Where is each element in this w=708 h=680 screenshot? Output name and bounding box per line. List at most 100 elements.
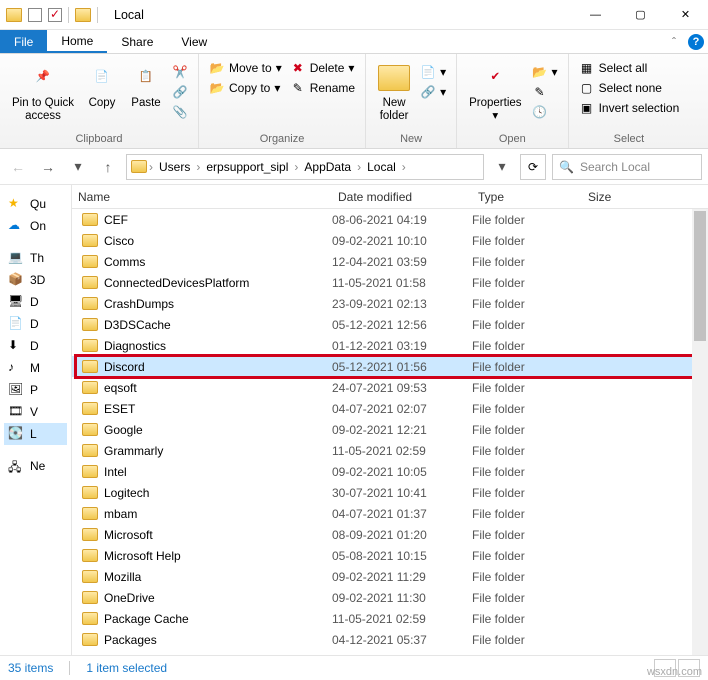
table-row[interactable]: CrashDumps23-09-2021 02:13File folder: [72, 293, 708, 314]
close-button[interactable]: ✕: [663, 0, 708, 30]
qat-checkbox-checked[interactable]: [48, 8, 62, 22]
folder-icon: [75, 8, 91, 22]
nav-item[interactable]: 💽L: [4, 423, 67, 445]
new-item-button[interactable]: 📄▾: [416, 62, 450, 82]
table-row[interactable]: ESET04-07-2021 02:07File folder: [72, 398, 708, 419]
copy-path-button[interactable]: 🔗: [168, 82, 192, 102]
table-row[interactable]: Package Cache11-05-2021 02:59File folder: [72, 608, 708, 629]
table-row[interactable]: Intel09-02-2021 10:05File folder: [72, 461, 708, 482]
open-button[interactable]: 📂▾: [528, 62, 562, 82]
table-row[interactable]: Google09-02-2021 12:21File folder: [72, 419, 708, 440]
table-row[interactable]: Comms12-04-2021 03:59File folder: [72, 251, 708, 272]
tab-home[interactable]: Home: [47, 30, 107, 53]
table-row[interactable]: Cisco09-02-2021 10:10File folder: [72, 230, 708, 251]
crumb[interactable]: Users: [155, 160, 194, 174]
search-icon: 🔍: [559, 160, 574, 174]
select-all-button[interactable]: ▦Select all: [575, 58, 684, 78]
nav-item[interactable]: ★Qu: [4, 193, 67, 215]
file-name: Discord: [104, 360, 145, 374]
column-headers[interactable]: Name Date modified Type Size: [72, 185, 708, 209]
group-title: New: [372, 133, 450, 148]
pin-quick-access-button[interactable]: 📌 Pin to Quick access: [6, 58, 80, 127]
minimize-ribbon-button[interactable]: ˆ: [664, 30, 684, 53]
table-row[interactable]: Discord05-12-2021 01:56File folder: [72, 356, 708, 377]
nav-item[interactable]: 🖥D: [4, 291, 67, 313]
file-type: File folder: [472, 570, 582, 584]
nav-item[interactable]: ♪M: [4, 357, 67, 379]
new-folder-button[interactable]: New folder: [372, 58, 416, 127]
nav-item[interactable]: 📦3D: [4, 269, 67, 291]
column-date[interactable]: Date modified: [332, 185, 472, 208]
file-type: File folder: [472, 423, 582, 437]
rename-button[interactable]: ✎Rename: [286, 78, 359, 98]
paste-button[interactable]: 📋 Paste: [124, 58, 168, 114]
easy-access-button[interactable]: 🔗▾: [416, 82, 450, 102]
delete-button[interactable]: ✖Delete▾: [286, 58, 359, 78]
nav-item[interactable]: 🖧Ne: [4, 455, 67, 477]
help-button[interactable]: ?: [684, 30, 708, 53]
navigation-pane[interactable]: ★Qu☁On 💻Th📦3D🖥D📄D⬇D♪M🖼P🎞V💽L 🖧Ne: [0, 185, 72, 655]
group-title: Select: [575, 133, 684, 148]
nav-item[interactable]: 🎞V: [4, 401, 67, 423]
file-date: 01-12-2021 03:19: [332, 339, 472, 353]
file-date: 05-12-2021 01:56: [332, 360, 472, 374]
crumb[interactable]: erpsupport_sipl: [202, 160, 292, 174]
group-title: Clipboard: [6, 133, 192, 148]
up-button[interactable]: ↑: [96, 155, 120, 179]
table-row[interactable]: ConnectedDevicesPlatform11-05-2021 01:58…: [72, 272, 708, 293]
nav-item[interactable]: 📄D: [4, 313, 67, 335]
crumb[interactable]: AppData: [300, 160, 355, 174]
minimize-button[interactable]: —: [573, 0, 618, 30]
tab-view[interactable]: View: [167, 30, 221, 53]
select-none-button[interactable]: ▢Select none: [575, 78, 684, 98]
invert-selection-button[interactable]: ▣Invert selection: [575, 98, 684, 118]
table-row[interactable]: mbam04-07-2021 01:37File folder: [72, 503, 708, 524]
column-name[interactable]: Name: [72, 185, 332, 208]
properties-button[interactable]: ✔ Properties▾: [463, 58, 527, 127]
tab-file[interactable]: File: [0, 30, 47, 53]
paste-shortcut-button[interactable]: 📎: [168, 102, 192, 122]
nav-item[interactable]: ☁On: [4, 215, 67, 237]
scroll-thumb[interactable]: [694, 211, 706, 341]
table-row[interactable]: eqsoft24-07-2021 09:53File folder: [72, 377, 708, 398]
table-row[interactable]: Diagnostics01-12-2021 03:19File folder: [72, 335, 708, 356]
maximize-button[interactable]: ▢: [618, 0, 663, 30]
cut-button[interactable]: ✂️: [168, 62, 192, 82]
move-to-button[interactable]: 📂Move to▾: [205, 58, 286, 78]
history-button[interactable]: 🕓: [528, 102, 562, 122]
qat-checkbox[interactable]: [28, 8, 42, 22]
table-row[interactable]: OneDrive09-02-2021 11:30File folder: [72, 587, 708, 608]
file-date: 11-05-2021 02:59: [332, 444, 472, 458]
recent-button[interactable]: ▾: [66, 155, 90, 179]
column-size[interactable]: Size: [582, 185, 662, 208]
table-row[interactable]: Mozilla09-02-2021 11:29File folder: [72, 566, 708, 587]
nav-item[interactable]: ⬇D: [4, 335, 67, 357]
table-row[interactable]: Logitech30-07-2021 10:41File folder: [72, 482, 708, 503]
nav-item[interactable]: 💻Th: [4, 247, 67, 269]
table-row[interactable]: D3DSCache05-12-2021 12:56File folder: [72, 314, 708, 335]
table-row[interactable]: CEF08-06-2021 04:19File folder: [72, 209, 708, 230]
search-input[interactable]: 🔍 Search Local: [552, 154, 702, 180]
file-type: File folder: [472, 255, 582, 269]
breadcrumb-dropdown[interactable]: ▾: [490, 155, 514, 179]
folder-icon: [82, 297, 98, 310]
crumb[interactable]: Local: [363, 160, 400, 174]
table-row[interactable]: Microsoft Help05-08-2021 10:15File folde…: [72, 545, 708, 566]
forward-button[interactable]: →: [36, 155, 60, 179]
file-type: File folder: [472, 633, 582, 647]
table-row[interactable]: Packages04-12-2021 05:37File folder: [72, 629, 708, 650]
nav-item[interactable]: 🖼P: [4, 379, 67, 401]
refresh-button[interactable]: ⟳: [520, 154, 546, 180]
copy-button[interactable]: 📄 Copy: [80, 58, 124, 114]
back-button[interactable]: ←: [6, 155, 30, 179]
table-row[interactable]: Grammarly11-05-2021 02:59File folder: [72, 440, 708, 461]
tab-share[interactable]: Share: [107, 30, 167, 53]
table-row[interactable]: Microsoft08-09-2021 01:20File folder: [72, 524, 708, 545]
address-bar: ← → ▾ ↑ › Users› erpsupport_sipl› AppDat…: [0, 149, 708, 185]
copy-to-button[interactable]: 📂Copy to▾: [205, 78, 286, 98]
edit-button[interactable]: ✎: [528, 82, 562, 102]
column-type[interactable]: Type: [472, 185, 582, 208]
folder-icon: [82, 339, 98, 352]
file-type: File folder: [472, 465, 582, 479]
breadcrumb[interactable]: › Users› erpsupport_sipl› AppData› Local…: [126, 154, 484, 180]
